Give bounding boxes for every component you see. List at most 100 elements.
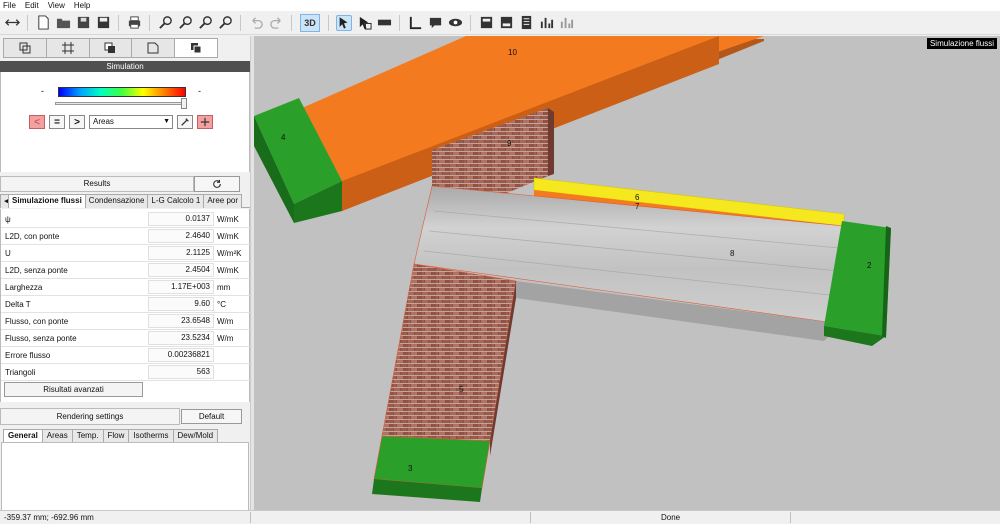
comment-icon[interactable] — [427, 15, 443, 31]
tab-general[interactable]: General — [3, 429, 43, 442]
results-row: Results — [0, 176, 250, 192]
tab-flow[interactable]: Flow — [102, 429, 130, 442]
swap-arrows-icon[interactable] — [4, 15, 20, 31]
status-coordinates: -359.37 mm; -692.96 mm — [4, 513, 94, 522]
tab-materials-icon[interactable] — [88, 38, 133, 58]
ruler-icon[interactable] — [376, 15, 392, 31]
zoom-out-icon[interactable] — [177, 15, 193, 31]
menu-bar: File Edit View Help — [0, 0, 1000, 11]
row-label: U — [5, 249, 11, 258]
probe-icon[interactable] — [197, 115, 213, 129]
table-row: ψ 0.0137 W/mK — [1, 211, 251, 228]
color-scale-bar — [58, 87, 186, 97]
chart-icon-2[interactable] — [558, 15, 574, 31]
slider-thumb[interactable] — [181, 98, 187, 109]
menu-edit[interactable]: Edit — [25, 1, 39, 10]
3d-scene: 10 4 9 6 7 8 2 5 3 — [254, 36, 891, 502]
status-state: Done — [661, 513, 681, 522]
tab-grid-icon[interactable] — [45, 38, 90, 58]
menu-help[interactable]: Help — [74, 1, 90, 10]
label-8: 8 — [730, 249, 735, 258]
label-7: 7 — [635, 202, 640, 211]
pipette-icon[interactable] — [177, 115, 193, 129]
undo-icon[interactable] — [248, 15, 264, 31]
tab-isotherms[interactable]: Isotherms — [128, 429, 174, 442]
colorbar-min-label: - — [41, 86, 44, 96]
redo-icon[interactable] — [268, 15, 284, 31]
row-unit: W/m — [217, 317, 234, 326]
row-label: Larghezza — [5, 283, 43, 292]
chevron-down-icon: ▼ — [163, 118, 170, 125]
refresh-button[interactable] — [194, 176, 240, 192]
axis-icon[interactable] — [407, 15, 423, 31]
export-icon[interactable] — [478, 15, 494, 31]
row-value: 2.4504 — [148, 263, 214, 277]
row-value: 2.4640 — [148, 229, 214, 243]
tab-condensazione[interactable]: Condensazione — [84, 194, 149, 208]
row-unit: W/m — [217, 334, 234, 343]
row-label: Delta T — [5, 300, 31, 309]
select-arrow-icon[interactable] — [336, 14, 352, 31]
refresh-icon — [213, 179, 221, 188]
row-value: 23.6548 — [148, 314, 214, 328]
select-area-icon[interactable] — [356, 15, 372, 31]
report-icon[interactable] — [518, 15, 534, 31]
row-unit: mm — [217, 283, 231, 292]
print-icon[interactable] — [126, 15, 142, 31]
table-row: Flusso, con ponte 23.6548 W/m — [1, 313, 251, 330]
row-value: 9.60 — [148, 297, 214, 311]
simulation-header: Simulation — [0, 61, 250, 72]
row-label: L2D, senza ponte — [5, 266, 68, 275]
area-9-edge — [548, 108, 554, 176]
default-button[interactable]: Default — [181, 409, 242, 424]
3d-view-button[interactable]: 3D — [300, 13, 320, 32]
row-value: 1.17E+003 — [148, 280, 214, 294]
tab-dew-mold[interactable]: Dew/Mold — [172, 429, 219, 442]
tab-boundary-icon[interactable] — [131, 38, 176, 58]
zoom-in-icon[interactable] — [157, 15, 173, 31]
chart-icon[interactable] — [538, 15, 554, 31]
view-title: Simulazione flussi — [926, 38, 997, 49]
row-value: 23.5234 — [148, 331, 214, 345]
tab-lg-calcolo[interactable]: L-G Calcolo 1 — [147, 194, 205, 208]
tab-temp[interactable]: Temp. — [71, 429, 104, 442]
equal-label: = — [54, 116, 60, 128]
render-tabs: General Areas Temp. Flow Isotherms Dew/M… — [3, 429, 219, 442]
open-folder-icon[interactable] — [55, 15, 71, 31]
prev-label: < — [34, 116, 40, 128]
next-button[interactable]: > — [69, 115, 85, 129]
label-10: 10 — [508, 48, 517, 57]
zoom-fit-icon[interactable] — [217, 15, 233, 31]
label-4: 4 — [281, 133, 286, 142]
menu-file[interactable]: File — [3, 1, 16, 10]
table-row: Triangoli 563 — [1, 364, 251, 381]
table-row: Larghezza 1.17E+003 mm — [1, 279, 251, 296]
toolbar: 3D — [0, 11, 1000, 35]
row-unit: W/mK — [217, 232, 239, 241]
tab-areas[interactable]: Areas — [41, 429, 73, 442]
new-file-icon[interactable] — [35, 15, 51, 31]
eye-icon[interactable] — [447, 15, 463, 31]
save-icon[interactable] — [95, 15, 111, 31]
zoom-window-icon[interactable] — [197, 15, 213, 31]
row-label: ψ — [5, 215, 11, 224]
3d-viewport[interactable]: 10 4 9 6 7 8 2 5 3 Simulazione flussi — [254, 36, 1000, 510]
advanced-results-button[interactable]: Risultati avanzati — [4, 382, 143, 397]
save-as-icon[interactable] — [75, 15, 91, 31]
export-icon-2[interactable] — [498, 15, 514, 31]
table-row: Errore flusso 0.00236821 — [1, 347, 251, 364]
tab-simulation-icon[interactable] — [174, 38, 218, 58]
table-row: L2D, con ponte 2.4640 W/mK — [1, 228, 251, 245]
tab-simulazione-flussi[interactable]: Simulazione flussi — [8, 194, 86, 208]
table-row: U 2.1125 W/m²K — [1, 245, 251, 262]
row-value: 563 — [148, 365, 214, 379]
tab-geometry-icon[interactable] — [3, 38, 47, 58]
prev-button[interactable]: < — [29, 115, 45, 129]
left-panel: Simulation - - < = > Areas ▼ Results ◀ Si… — [0, 36, 251, 524]
tab-aree-por[interactable]: Aree por — [203, 194, 243, 208]
display-select[interactable]: Areas ▼ — [89, 115, 173, 129]
equal-button[interactable]: = — [49, 115, 65, 129]
color-scale-slider[interactable] — [55, 102, 187, 105]
menu-view[interactable]: View — [48, 1, 65, 10]
row-value: 0.00236821 — [148, 348, 214, 362]
